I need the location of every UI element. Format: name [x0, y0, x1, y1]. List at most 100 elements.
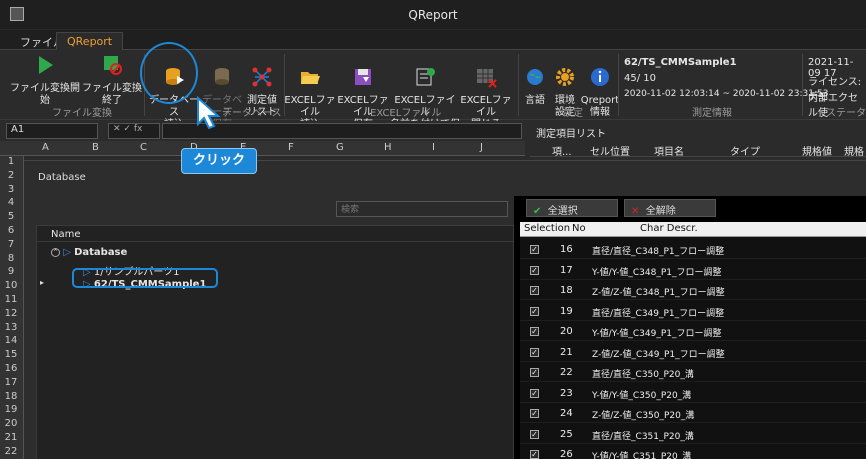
row-checkbox[interactable]: ✓	[530, 368, 539, 377]
column-header[interactable]: J	[480, 142, 483, 153]
row-header[interactable]: 6	[0, 225, 22, 236]
table-row[interactable]: ✓ 23 Y-値/Y-値_C350_P20_溝	[520, 383, 866, 403]
clear-all-button[interactable]: ✕ 全解除	[624, 199, 716, 217]
table-row[interactable]: ✓ 18 Z-値/Z-値_C348_P1_フロー調整	[520, 280, 866, 300]
folder-open-icon	[301, 72, 320, 84]
row-checkbox[interactable]: ✓	[530, 286, 539, 295]
table-row[interactable]: ✓ 19 直径/直径_C349_P1_フロー調整	[520, 301, 866, 321]
table-row[interactable]: ✓ 26 Y-値/Y-値_C351_P20_溝	[520, 444, 866, 459]
row-header[interactable]: 19	[0, 404, 22, 415]
column-header[interactable]: I	[432, 142, 435, 153]
row-checkbox[interactable]: ✓	[530, 306, 539, 316]
measurement-count: 45/ 10	[624, 73, 656, 84]
row-header[interactable]: 14	[0, 335, 22, 346]
grid-header: Selection No Char Descr.	[520, 222, 866, 237]
row-header[interactable]: 1	[0, 156, 22, 167]
row-checkbox[interactable]: ✓	[530, 245, 539, 254]
row-header[interactable]: 13	[0, 322, 22, 333]
title-bar: QReport	[0, 0, 866, 30]
row-header[interactable]: 18	[0, 391, 22, 402]
play-icon	[39, 56, 53, 74]
table-row[interactable]: ✓ 16 直径/直径_C348_P1_フロー調整	[520, 239, 866, 259]
column-header[interactable]: A	[42, 142, 49, 153]
select-all-button[interactable]: ✔ 全選択	[526, 199, 618, 217]
column-header[interactable]: G	[336, 142, 344, 153]
database-dialog: Database Name ⌃ ▷ Database ▷ 1/サンプルパーツ1 …	[24, 160, 866, 459]
search-input[interactable]	[336, 201, 508, 217]
row-checkbox[interactable]: ✓	[530, 450, 539, 459]
column-header[interactable]: B	[92, 142, 99, 153]
save-as-icon	[416, 68, 435, 86]
row-header[interactable]: 22	[0, 446, 22, 457]
row-description: Y-値/Y-値_C351_P20_溝	[592, 452, 692, 459]
group-label-database: データベース	[222, 108, 282, 119]
environment-settings-button[interactable]: 環境 設定	[550, 54, 580, 131]
column-header[interactable]: H	[384, 142, 392, 153]
qreport-info-button[interactable]: Qreport 情報	[580, 54, 620, 131]
click-callout: クリック	[181, 148, 257, 174]
tab-qreport[interactable]: QReport	[56, 32, 124, 50]
group-label-settings: 設定	[563, 108, 583, 119]
table-row[interactable]: ✓ 25 直径/直径_C351_P20_溝	[520, 424, 866, 444]
row-checkbox[interactable]: ✓	[530, 409, 539, 418]
row-checkbox[interactable]: ✓	[530, 429, 539, 439]
row-header[interactable]: 11	[0, 294, 22, 305]
group-label-measure: 測定情報	[692, 108, 732, 119]
row-checkbox[interactable]: ✓	[530, 347, 539, 357]
row-description: 直径/直径_C349_P1_フロー調整	[592, 308, 725, 319]
row-headers: 1 2 3 4 5 6 7 8 9 10 11 12 13 14 15 16 17 18 19 20 21 22	[0, 156, 24, 459]
column-header[interactable]: F	[288, 142, 294, 153]
row-header[interactable]: 20	[0, 418, 22, 429]
tree-header: Name	[37, 226, 513, 242]
row-header[interactable]: 9	[0, 266, 22, 277]
ribbon-tabs: ファイル QReport	[0, 30, 866, 50]
check-icon: ✔	[533, 206, 542, 217]
table-row[interactable]: ✓ 21 Z-値/Z-値_C349_P1_フロー調整	[520, 342, 866, 362]
row-header[interactable]: 5	[0, 211, 22, 222]
row-header[interactable]: 16	[0, 363, 22, 374]
language-button[interactable]: 言語	[520, 54, 550, 119]
row-checkbox[interactable]: ✓	[530, 327, 539, 336]
x-icon: ✕	[631, 206, 640, 217]
row-number: 22	[560, 367, 573, 378]
row-header[interactable]: 2	[0, 170, 22, 181]
collapse-icon[interactable]: ⌃	[51, 247, 60, 257]
row-header[interactable]: 8	[0, 253, 22, 264]
table-row[interactable]: ✓ 22 直径/直径_C350_P20_溝	[520, 362, 866, 382]
row-header[interactable]: 15	[0, 349, 22, 360]
row-indicator-icon: ▸	[40, 278, 45, 287]
row-header[interactable]: 10	[0, 280, 22, 291]
column-header[interactable]: C	[140, 142, 147, 153]
measurement-list-title: 測定項目リスト	[530, 121, 866, 141]
row-header[interactable]: 21	[0, 432, 22, 443]
group-label-file-convert: ファイル変換	[52, 108, 112, 119]
gear-icon	[556, 68, 574, 86]
row-number: 25	[560, 428, 573, 440]
row-header[interactable]: 7	[0, 239, 22, 250]
network-icon	[252, 67, 272, 87]
file-convert-start-button[interactable]: ファイル変換開始	[10, 54, 80, 107]
stop-icon	[104, 56, 122, 75]
row-number: 23	[560, 387, 573, 399]
name-box[interactable]: A1	[6, 123, 98, 139]
file-convert-stop-button[interactable]: ファイル変換終了	[80, 54, 144, 107]
measurement-list-button[interactable]: 測定値 リスト	[242, 54, 282, 131]
table-row[interactable]: ✓ 17 Y-値/Y-値_C348_P1_フロー調整	[520, 260, 866, 280]
dialog-title: Database	[38, 172, 86, 183]
row-header[interactable]: 3	[0, 184, 22, 195]
row-header[interactable]: 4	[0, 197, 22, 208]
table-row[interactable]: ✓ 24 Z-値/Z-値_C350_P20_溝	[520, 403, 866, 423]
measurement-name: 62/TS_CMMSample1	[624, 57, 737, 68]
characteristics-grid: Selection No Char Descr. ✓ 16 直径/直径_C348_P…	[520, 222, 866, 459]
table-row[interactable]: ✓ 20 Y-値/Y-値_C349_P1_フロー調整	[520, 321, 866, 341]
fx-icon: ✕ ✓ fx	[108, 123, 160, 139]
row-number: 20	[560, 326, 573, 337]
row-description: 直径/直径_C350_P20_溝	[592, 370, 694, 380]
row-header[interactable]: 17	[0, 377, 22, 388]
row-checkbox[interactable]: ✓	[530, 265, 539, 275]
tree-node-database[interactable]: ⌃ ▷ Database	[51, 247, 127, 258]
column-headers: A B C D E F G H I J	[0, 141, 525, 156]
row-header[interactable]: 12	[0, 308, 22, 319]
row-checkbox[interactable]: ✓	[530, 388, 539, 398]
measurement-range: 2020-11-02 12:03:14 ~ 2020-11-02 23:31:5…	[624, 89, 829, 99]
